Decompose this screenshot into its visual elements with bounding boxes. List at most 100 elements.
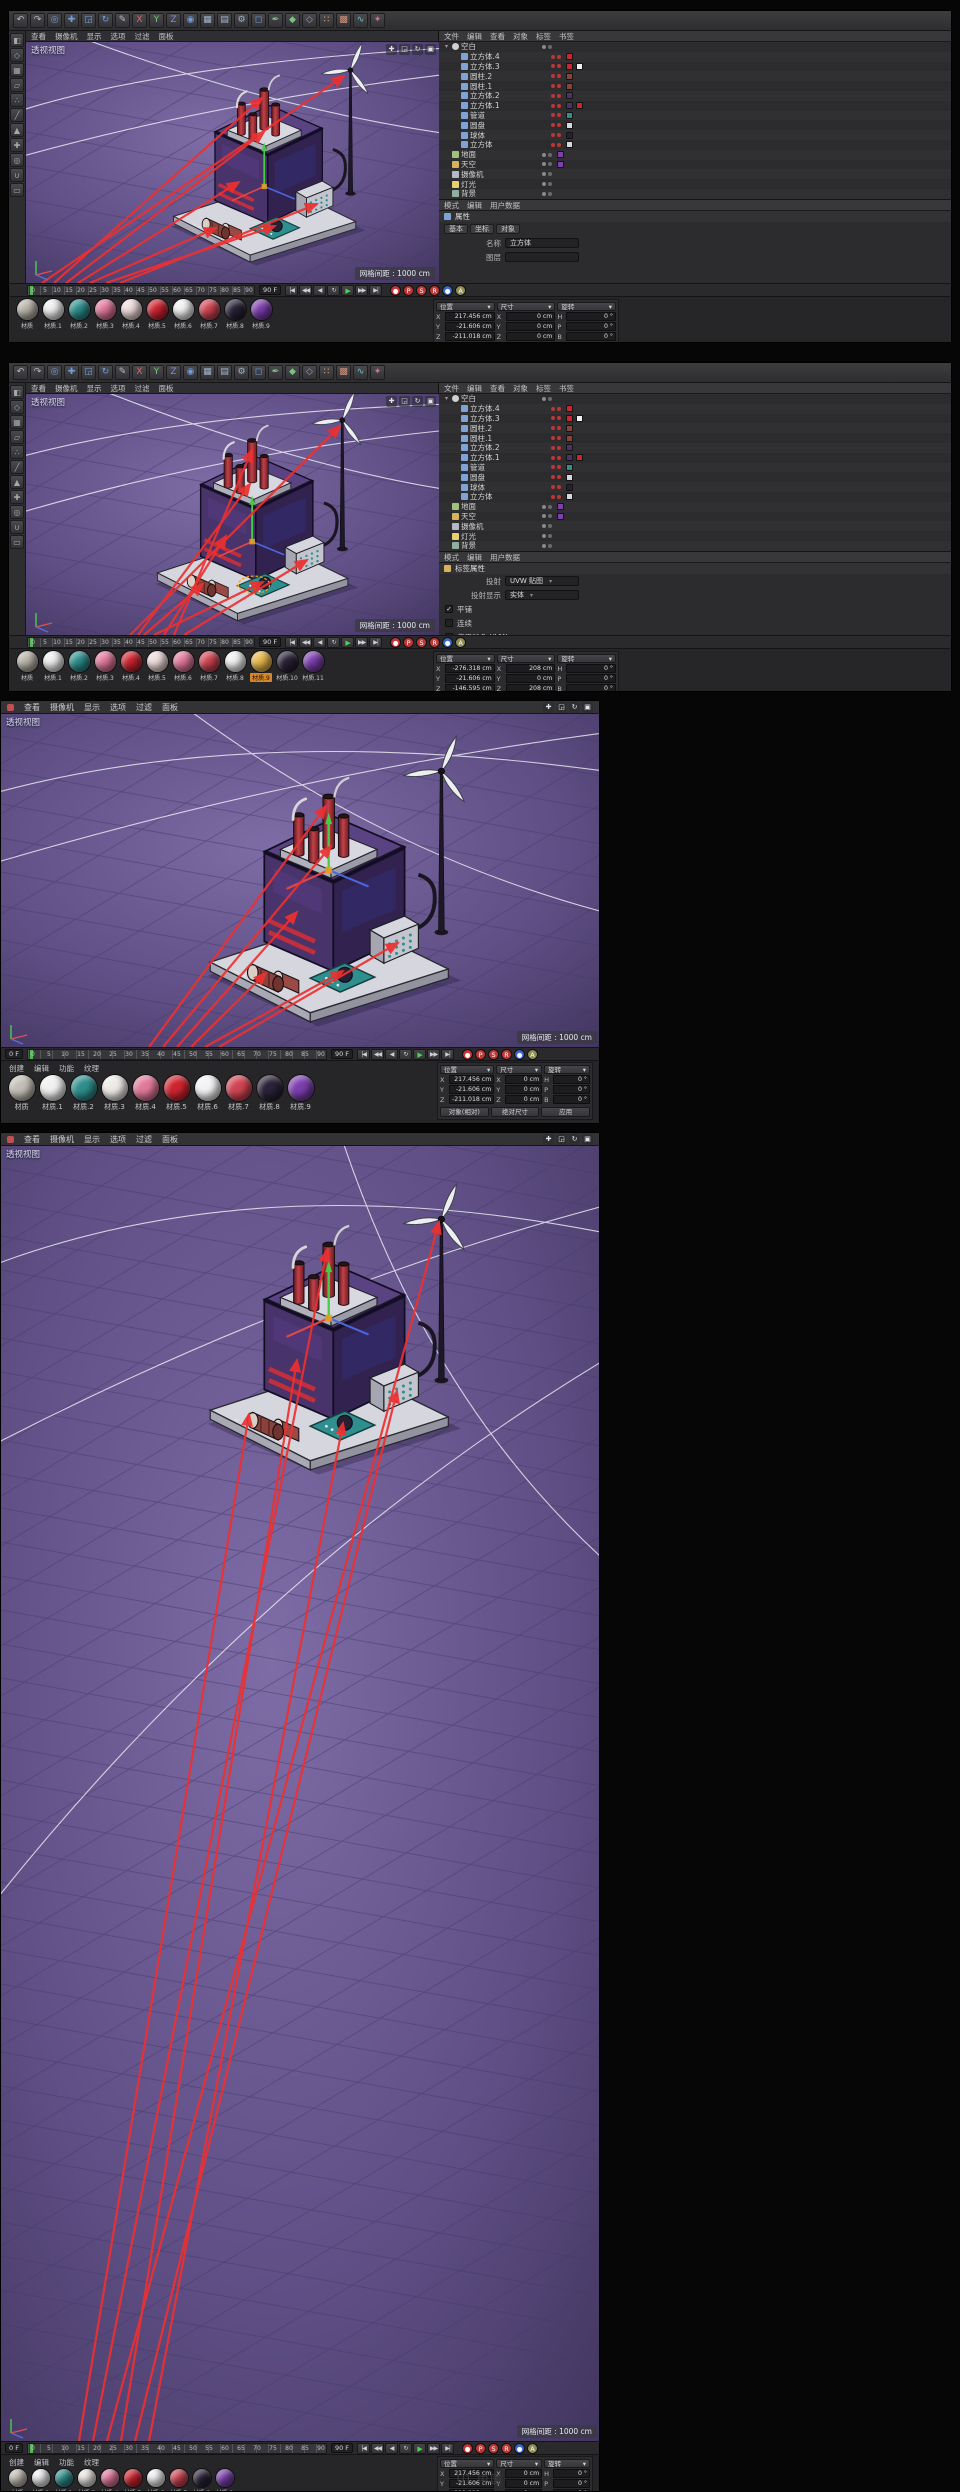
play-icon[interactable]: ▶ (413, 1048, 427, 1060)
menu-item[interactable]: 编辑 (34, 2457, 49, 2468)
material-swatch[interactable]: 材质.3 (93, 651, 117, 682)
zoom-view-icon[interactable]: ◲ (556, 701, 567, 713)
viewport-solo-icon[interactable]: ◎ (10, 505, 24, 519)
material-swatch[interactable]: 材质.9 (286, 1075, 315, 1112)
material-swatch[interactable]: 材质.2 (53, 2469, 74, 2491)
visibility-toggle-dots[interactable] (551, 465, 561, 470)
menu-item[interactable]: 查看 (490, 31, 505, 41)
play-icon[interactable]: ▶ (341, 284, 355, 296)
pan-view-icon[interactable]: ✚ (543, 1133, 554, 1145)
coord-mode-button[interactable]: 对象(相对) (440, 1107, 489, 1117)
viewport[interactable]: 透视视图 ✚ ◲ ↻ ▣ 网格间距 : 1000 cm (26, 394, 439, 635)
toggle-view-icon[interactable]: ▣ (582, 701, 593, 713)
visibility-toggle-dots[interactable] (551, 64, 561, 69)
menu-item[interactable]: 创建 (9, 2457, 24, 2468)
record-keyframe-icon[interactable]: ● (462, 2442, 474, 2454)
material-swatch[interactable]: 材质.1 (38, 1075, 67, 1112)
material-swatch[interactable]: 材质 (7, 2469, 28, 2491)
next-frame-icon[interactable]: ▶▶ (427, 2442, 441, 2454)
viewport[interactable]: 透视视图 网格间距 : 1000 cm (1, 1146, 600, 2441)
go-start-icon[interactable]: |◀ (357, 2442, 371, 2454)
visibility-toggle-dots[interactable] (551, 133, 561, 138)
coordinate-input[interactable]: 0 cm (505, 312, 556, 321)
timeline-ruler[interactable]: 0 5 10 15 20 25 30 35 40 45 50 55 60 65 70 75 80 85 90 (26, 1048, 327, 1060)
coordinate-input[interactable]: 0 ° (566, 312, 617, 321)
viewport-canvas[interactable] (1, 714, 600, 1047)
menu-item[interactable]: 选项 (111, 31, 126, 41)
prev-key-icon[interactable]: ◀◀ (299, 636, 313, 648)
menu-item[interactable]: 面板 (159, 31, 174, 41)
material-swatch[interactable]: 材质.1 (41, 299, 65, 330)
coordinate-input[interactable]: 217.456 cm (445, 312, 495, 321)
next-frame-icon[interactable]: ▶▶ (355, 636, 369, 648)
go-end-icon[interactable]: ▶| (369, 284, 383, 296)
coord-column-dropdown[interactable]: 位置 ▾ (440, 1065, 495, 1074)
render-settings-icon[interactable]: ⚙ (234, 365, 249, 380)
coordinate-input[interactable]: 0 cm (505, 1075, 543, 1084)
material-tag-icon[interactable] (576, 102, 583, 110)
menu-item[interactable]: 模式 (444, 552, 459, 562)
prev-frame-icon[interactable]: ◀ (385, 1048, 399, 1060)
autokey-icon[interactable]: A (455, 284, 467, 296)
material-swatch[interactable]: 材质.10 (275, 651, 299, 682)
attribute-field[interactable] (505, 252, 579, 262)
coord-column-dropdown[interactable]: 位置 ▾ (436, 654, 495, 663)
rotate-view-icon[interactable]: ↻ (412, 44, 423, 55)
toggle-view-icon[interactable]: ▣ (425, 396, 436, 407)
visibility-toggle-dots[interactable] (542, 543, 552, 548)
x-axis-lock-icon[interactable]: X (132, 365, 147, 380)
coordinate-input[interactable]: 0 cm (505, 674, 556, 683)
coordinate-input[interactable]: 0 cm (505, 322, 556, 331)
menu-item[interactable]: 标签 (536, 383, 551, 393)
visibility-toggle-dots[interactable] (542, 191, 552, 196)
material-swatch[interactable]: 材质.8 (223, 651, 247, 682)
menu-item[interactable]: 文件 (444, 31, 459, 41)
material-swatch[interactable]: 材质.5 (162, 1075, 191, 1112)
coord-column-dropdown[interactable]: 旋转 ▾ (557, 654, 617, 663)
deformers-icon[interactable]: ◇ (302, 365, 317, 380)
checkbox[interactable] (445, 605, 453, 613)
frame-end-field[interactable]: 90 F (330, 1049, 354, 1059)
y-axis-lock-icon[interactable]: Y (149, 13, 164, 28)
zoom-view-icon[interactable]: ◲ (556, 1133, 567, 1145)
character-icon[interactable]: ✦ (370, 365, 385, 380)
size-mode-button[interactable]: 绝对尺寸 (490, 1107, 540, 1117)
material-tag-icon[interactable] (566, 141, 573, 149)
viewport[interactable]: 透视视图 ✚ ◲ ↻ ▣ 网格间距 : 1000 cm (26, 42, 439, 283)
material-swatch[interactable]: 材质.2 (69, 1075, 98, 1112)
toggle-view-icon[interactable]: ▣ (582, 1133, 593, 1145)
rotate-tool-icon[interactable]: ↻ (98, 13, 113, 28)
material-swatch[interactable]: 材质.8 (255, 1075, 284, 1112)
coordinate-input[interactable]: -276.318 cm (445, 664, 495, 673)
play-icon[interactable]: ▶ (341, 636, 355, 648)
record-rotation-icon[interactable]: R (429, 284, 441, 296)
coordinate-input[interactable]: 0 cm (505, 2469, 543, 2478)
viewport-canvas[interactable] (1, 1146, 600, 2441)
visibility-toggle-dots[interactable] (551, 113, 561, 118)
menu-item[interactable]: 过滤 (136, 1134, 152, 1145)
last-tool-icon[interactable]: ✎ (115, 13, 130, 28)
record-keyframe-icon[interactable]: ● (462, 1048, 474, 1060)
last-tool-icon[interactable]: ✎ (115, 365, 130, 380)
frame-end-field[interactable]: 90 F (330, 2443, 354, 2453)
snap-icon[interactable]: ∪ (10, 520, 24, 534)
render-view-icon[interactable]: ▦ (200, 13, 215, 28)
visibility-toggle-dots[interactable] (551, 54, 561, 59)
points-mode-icon[interactable]: ∴ (10, 445, 24, 459)
make-editable-icon[interactable]: ◧ (10, 33, 24, 47)
record-position-icon[interactable]: P (475, 2442, 487, 2454)
coordinate-input[interactable]: 0 cm (505, 2489, 543, 2491)
go-end-icon[interactable]: ▶| (441, 2442, 455, 2454)
go-start-icon[interactable]: |◀ (285, 636, 299, 648)
rotate-tool-icon[interactable]: ↻ (98, 365, 113, 380)
menu-item[interactable]: 摄像机 (50, 1134, 74, 1145)
menu-item[interactable]: 显示 (87, 383, 102, 393)
axis-mode-icon[interactable]: ✚ (10, 138, 24, 152)
rotate-view-icon[interactable]: ↻ (569, 1133, 580, 1145)
visibility-toggle-dots[interactable] (551, 142, 561, 147)
workplane-lock-icon[interactable]: ▭ (10, 183, 24, 197)
menu-item[interactable]: 查看 (490, 383, 505, 393)
autokey-icon[interactable]: A (527, 1048, 539, 1060)
material-tag-icon[interactable] (566, 463, 573, 471)
go-start-icon[interactable]: |◀ (357, 1048, 371, 1060)
